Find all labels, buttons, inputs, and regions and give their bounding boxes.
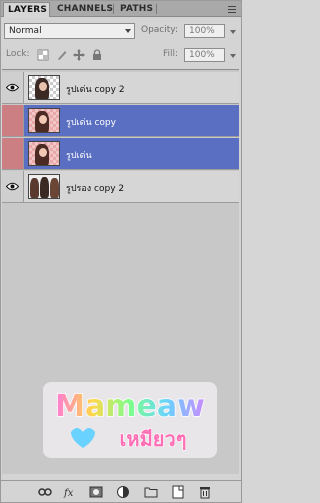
lock-image-pixels-icon[interactable] [56,49,68,61]
visibility-toggle[interactable] [2,138,24,169]
svg-text:เหมียวๆ: เหมียวๆ [120,427,187,451]
tab-bar: LAYERS CHANNELS PATHS [1,1,241,17]
layers-list: รูปเด่น copy 2 รูปเด่น copy รูปเด่น รูปร… [2,69,239,474]
fill-field[interactable]: 100% [184,48,225,62]
panel-menu-icon[interactable] [226,4,238,14]
lock-position-icon[interactable] [73,49,85,61]
blend-mode-value: Normal [9,26,42,36]
layer-row[interactable]: รูปเด่น copy 2 [2,72,239,104]
lock-row: Lock: Fill: 100% [1,45,241,65]
opacity-field[interactable]: 100% [184,24,225,38]
tab-paths[interactable]: PATHS [116,2,156,17]
layer-thumbnail [28,174,60,199]
adjustment-layer-icon[interactable] [116,485,130,499]
new-layer-icon[interactable] [171,485,185,499]
new-group-icon[interactable] [144,485,158,499]
delete-layer-icon[interactable] [198,485,212,499]
fill-label: Fill: [163,49,179,59]
visibility-toggle[interactable] [2,72,24,103]
tab-channels[interactable]: CHANNELS [53,2,113,17]
lock-all-icon[interactable] [91,49,103,61]
layer-name[interactable]: รูปเด่น copy 2 [66,82,125,96]
layer-row[interactable]: รูปรอง copy 2 [2,171,239,203]
layer-row[interactable]: รูปเด่น copy [2,105,239,137]
blend-mode-select[interactable]: Normal [4,23,135,39]
layer-thumbnail [28,141,60,166]
lock-transparent-pixels-icon[interactable] [37,49,49,61]
eye-icon [6,83,19,92]
layer-thumbnail [28,108,60,133]
fill-slider-arrow-icon[interactable] [230,54,236,58]
layer-name[interactable]: รูปเด่น [66,148,92,162]
blend-row: Normal Opacity: 100% [1,21,241,41]
tab-layers[interactable]: LAYERS [3,2,50,17]
svg-text:fx: fx [63,488,74,499]
layers-panel: LAYERS CHANNELS PATHS Normal Opacity: 10… [0,0,242,503]
bottom-toolbar: fx [1,480,241,502]
eye-icon [6,182,19,191]
svg-text:Mameaw: Mameaw [55,389,205,424]
layer-row[interactable]: รูปเด่น [2,138,239,170]
layer-name[interactable]: รูปรอง copy 2 [66,181,124,195]
tab-separator [156,4,157,14]
opacity-slider-arrow-icon[interactable] [230,30,236,34]
layer-name[interactable]: รูปเด่น copy [66,115,116,129]
watermark-logo: Mameaw เหมียวๆ [43,382,217,458]
fx-icon[interactable]: fx [63,485,77,499]
link-layers-icon[interactable] [38,485,52,499]
chevron-down-icon [125,29,131,33]
opacity-label: Opacity: [141,25,178,35]
lock-label: Lock: [6,49,30,59]
add-mask-icon[interactable] [89,485,103,499]
layer-thumbnail [28,75,60,100]
visibility-toggle[interactable] [2,105,24,136]
visibility-toggle[interactable] [2,171,24,202]
tab-separator [113,4,114,14]
